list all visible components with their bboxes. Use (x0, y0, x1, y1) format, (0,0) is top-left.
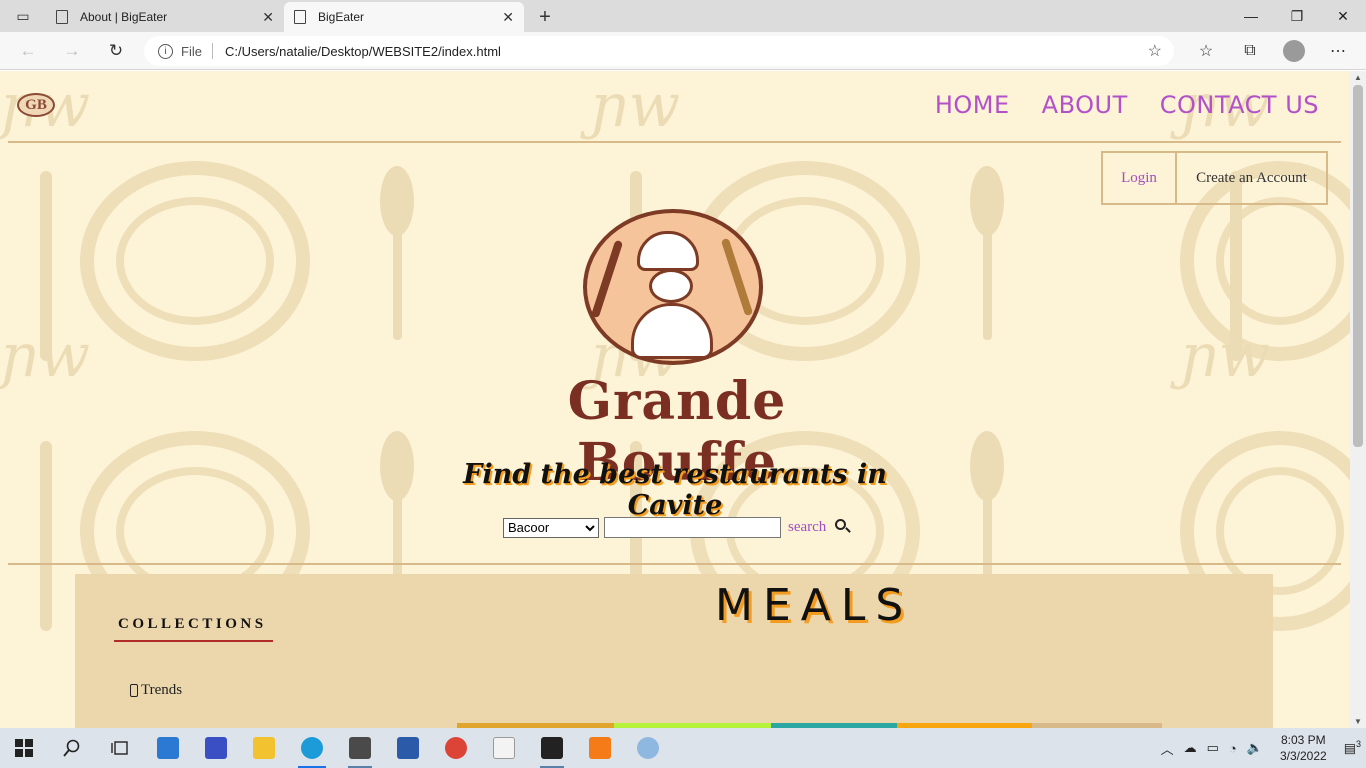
clock[interactable]: 8:03 PM 3/3/2022 (1280, 732, 1327, 764)
add-favorite-icon[interactable]: ☆ (1148, 41, 1162, 61)
tab-title: BigEater (318, 10, 365, 24)
info-icon[interactable]: i (158, 43, 173, 59)
tab-title: About | BigEater (80, 10, 168, 24)
battery-icon[interactable]: ▭ (1207, 740, 1219, 756)
forward-icon[interactable]: → (50, 33, 94, 69)
sublime-text-icon[interactable] (336, 728, 384, 768)
url-text[interactable]: C:/Users/natalie/Desktop/WEBSITE2/index.… (225, 44, 501, 59)
search-button[interactable]: search (788, 519, 826, 536)
collections-heading: COLLECTIONS (118, 616, 267, 632)
restore-icon[interactable]: ❐ (1274, 0, 1320, 32)
more-menu-icon[interactable]: ⋯ (1316, 41, 1360, 61)
page-icon (294, 10, 306, 24)
scheme-label: File (181, 43, 202, 59)
terminal-icon[interactable] (528, 728, 576, 768)
search-icon[interactable] (835, 519, 847, 530)
collections-underline (114, 640, 273, 642)
nav-about[interactable]: ABOUT (1042, 91, 1128, 119)
sidebar-item-label: Trends (141, 682, 183, 698)
back-icon[interactable]: ← (6, 33, 50, 69)
word-icon[interactable] (384, 728, 432, 768)
clock-time: 8:03 PM (1280, 733, 1326, 747)
meals-title: MEALS (715, 580, 914, 631)
chevron-up-icon[interactable]: ︿ (1161, 739, 1174, 758)
notification-count: 3 (1355, 739, 1361, 750)
close-tab-icon[interactable]: ✕ (502, 9, 514, 26)
page-viewport: ɲw ɲw ɲw ɲw ɲw ɲw GB HOME ABOUT CONTACT … (0, 71, 1350, 728)
page-scrollbar[interactable]: ▲ ▼ (1350, 71, 1366, 728)
clock-date: 3/3/2022 (1279, 749, 1327, 763)
refresh-icon[interactable]: ↻ (94, 33, 138, 69)
wifi-icon[interactable]: ◔ (1229, 741, 1237, 756)
windows-taskbar: ︿ ☁ ▭ ◔ 🔈 8:03 PM 3/3/2022 ▤3 (0, 728, 1366, 768)
mobile-icon (130, 684, 138, 697)
mail-icon[interactable] (144, 728, 192, 768)
file-explorer-icon[interactable] (240, 728, 288, 768)
scrollbar-thumb[interactable] (1353, 85, 1363, 447)
document-icon[interactable] (480, 728, 528, 768)
new-tab-button[interactable]: + (530, 2, 560, 32)
tagline: Find the best restaurants in Cavite (463, 459, 887, 521)
tab-bigeater[interactable]: BigEater ✕ (284, 2, 524, 32)
tab-about[interactable]: About | BigEater ✕ (46, 2, 284, 32)
address-bar[interactable]: i File C:/Users/natalie/Desktop/WEBSITE2… (144, 36, 1174, 66)
main-nav: HOME ABOUT CONTACT US (935, 91, 1319, 119)
tab-actions-menu-icon[interactable]: ▭ (0, 0, 46, 32)
xampp-icon[interactable] (576, 728, 624, 768)
nav-home[interactable]: HOME (935, 91, 1010, 119)
app-icon[interactable] (192, 728, 240, 768)
chrome-icon[interactable] (432, 728, 480, 768)
collections-icon[interactable]: ⧉ (1228, 42, 1272, 60)
close-tab-icon[interactable]: ✕ (262, 9, 274, 26)
login-button[interactable]: Login (1101, 151, 1177, 205)
create-account-button[interactable]: Create an Account (1177, 151, 1328, 205)
edge-icon[interactable] (288, 728, 336, 768)
browser-toolbar: ← → ↻ i File C:/Users/natalie/Desktop/WE… (0, 32, 1366, 70)
browser-tab-strip: ▭ About | BigEater ✕ BigEater ✕ + — ❐ ✕ (0, 0, 1366, 32)
sidebar-item-trends[interactable]: Trends (130, 682, 182, 699)
volume-icon[interactable]: 🔈 (1247, 740, 1263, 756)
start-icon[interactable] (0, 728, 48, 768)
favorites-icon[interactable]: ☆ (1184, 41, 1228, 61)
nav-contact[interactable]: CONTACT US (1160, 91, 1319, 119)
header-divider (8, 141, 1341, 143)
close-window-icon[interactable]: ✕ (1320, 0, 1366, 32)
profile-avatar[interactable] (1272, 40, 1316, 62)
location-select[interactable]: Bacoor (503, 517, 599, 538)
scroll-down-icon[interactable]: ▼ (1354, 717, 1362, 726)
system-tray: ︿ ☁ ▭ ◔ 🔈 8:03 PM 3/3/2022 ▤3 (1156, 728, 1366, 768)
site-logo[interactable]: GB (17, 93, 55, 117)
meals-section: COLLECTIONS Trends MEALS (75, 574, 1273, 728)
onedrive-icon[interactable]: ☁ (1184, 740, 1197, 756)
browser-tools: ☆ ⧉ ⋯ (1184, 32, 1360, 70)
search-input[interactable] (604, 517, 781, 538)
auth-buttons: Login Create an Account (1101, 151, 1328, 205)
scroll-up-icon[interactable]: ▲ (1354, 73, 1362, 82)
chef-logo-emblem (583, 209, 763, 365)
hero-divider (8, 563, 1341, 565)
window-controls: — ❐ ✕ (1228, 0, 1366, 32)
task-view-icon[interactable] (96, 728, 144, 768)
divider (211, 43, 213, 59)
search-form: Bacoor search (503, 517, 847, 538)
paint-icon[interactable] (624, 728, 672, 768)
search-icon[interactable] (48, 728, 96, 768)
notifications-icon[interactable]: ▤3 (1344, 739, 1361, 756)
minimize-icon[interactable]: — (1228, 0, 1274, 32)
page-icon (56, 10, 68, 24)
